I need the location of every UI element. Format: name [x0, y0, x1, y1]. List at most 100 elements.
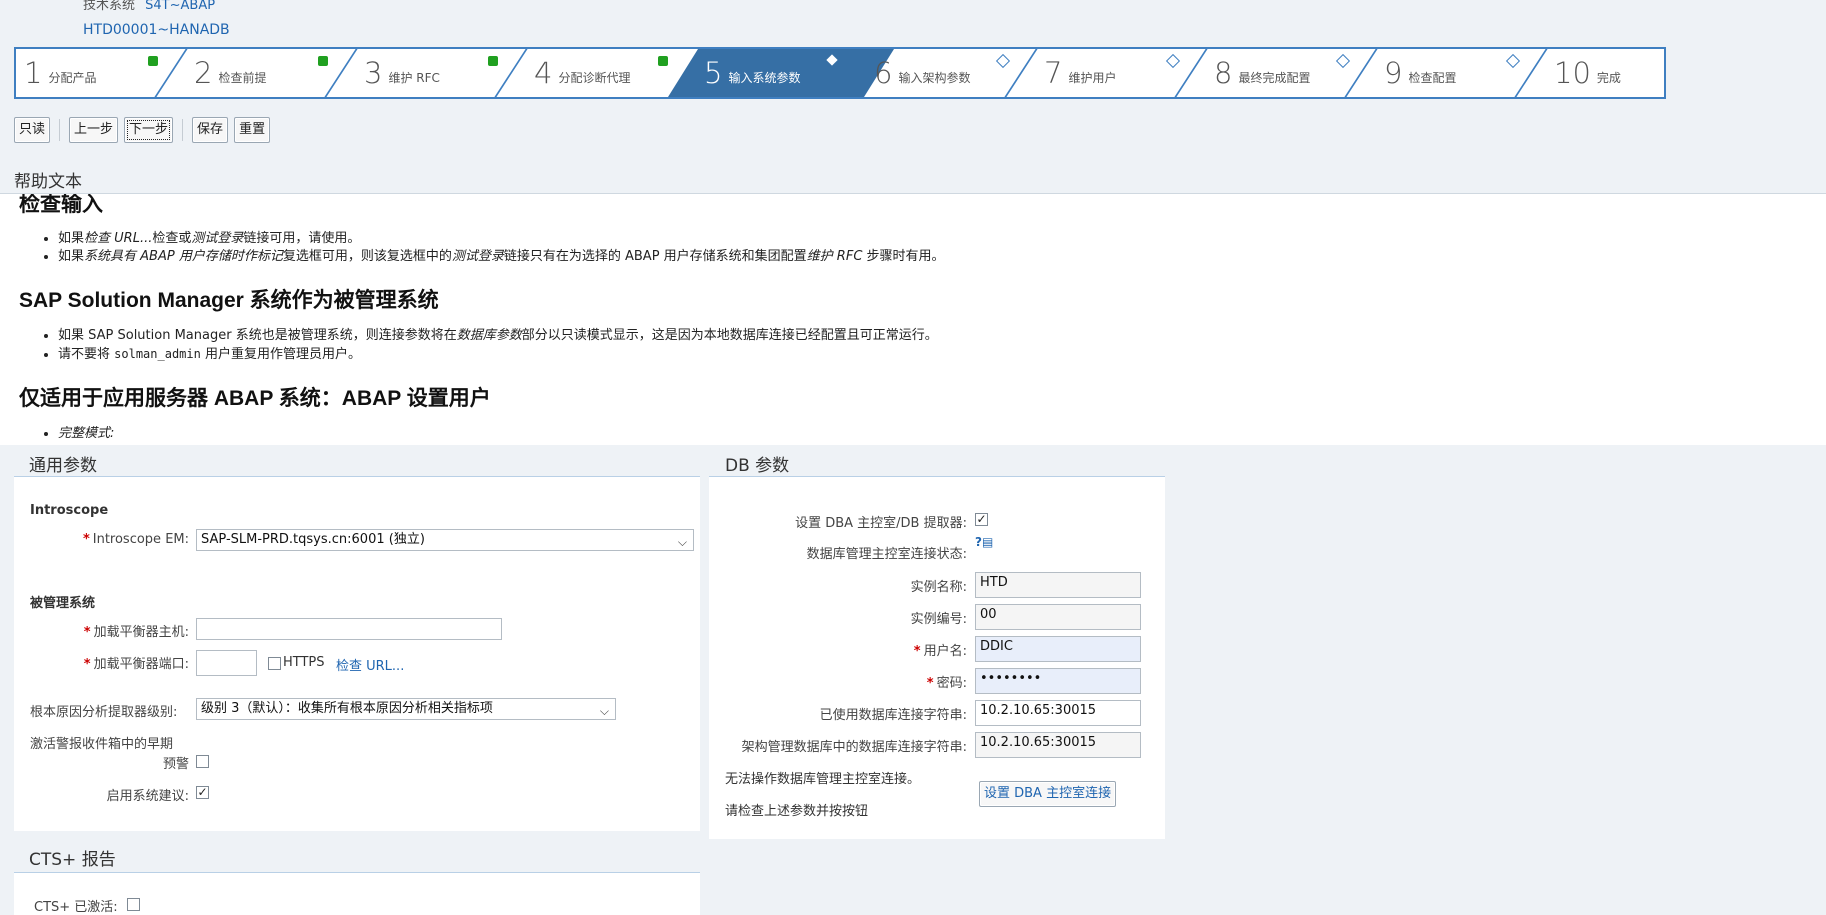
help-heading-abap: 仅适用于应用服务器 ABAP 系统：ABAP 设置用户 — [19, 387, 491, 410]
instance-name-label: 实例名称: — [910, 580, 967, 595]
save-button[interactable]: 保存 — [192, 117, 229, 143]
roadmap-step-label: 检查前提 — [218, 70, 267, 85]
dba-extractor-label: 设置 DBA 主控室/DB 提取器: — [795, 516, 967, 531]
help-heading-solman: SAP Solution Manager 系统作为被管理系统 — [19, 289, 439, 312]
user-name-label: * 用户名: — [913, 644, 967, 659]
roadmap-step-number: 6 — [874, 56, 893, 90]
next-button[interactable]: 下一步 — [124, 117, 174, 143]
instance-number-label: 实例编号: — [910, 612, 967, 627]
roadmap-step-number: 9 — [1384, 56, 1403, 90]
help-list-abap: 完整模式: — [40, 424, 114, 444]
cts-report-title: CTS+ 报告 — [29, 850, 116, 870]
cts-report-panel: CTS+ 已激活: — [14, 872, 700, 915]
help-list-check: 如果检查 URL...检查或测试登录链接可用，请使用。 如果系统具有 ABAP … — [40, 229, 945, 267]
roadmap-step-label: 完成 — [1596, 70, 1621, 85]
roadmap-step-number: 1 — [24, 56, 43, 90]
toolbar: 只读 上一步 下一步 保存 重置 — [14, 117, 276, 143]
step-complete-icon — [318, 56, 328, 66]
roadmap-step-number: 5 — [704, 56, 723, 90]
early-warning-label-2: 预警 — [162, 757, 189, 772]
readonly-button[interactable]: 只读 — [14, 117, 51, 143]
https-label: HTTPS — [283, 655, 325, 670]
instance-number-input[interactable]: 00 — [975, 604, 1141, 630]
managed-system-section: 被管理系统 — [30, 596, 96, 611]
early-warning-label-1: 激活警报收件箱中的早期 — [30, 737, 174, 752]
dba-error-message: 无法操作数据库管理主控室连接。 — [725, 772, 921, 787]
introscope-section: Introscope — [30, 503, 109, 518]
introscope-em-select[interactable]: SAP-SLM-PRD.tqsys.cn:6001 (独立) ⌵ — [196, 529, 694, 551]
list-item: 请不要将 solman_admin 用户重复用作管理员用户。 — [58, 346, 938, 363]
roadmap-step-label: 分配产品 — [48, 70, 97, 85]
roadmap-step-label: 分配诊断代理 — [558, 70, 631, 85]
roadmap-step-label: 输入系统参数 — [728, 70, 801, 85]
roadmap-step-number: 8 — [1214, 56, 1233, 90]
cts-active-label: CTS+ 已激活: — [34, 900, 118, 915]
https-checkbox[interactable] — [268, 657, 281, 670]
db-params-panel: 设置 DBA 主控室/DB 提取器: ✓ 数据库管理主控室连接状态: ?▤ 实例… — [709, 476, 1165, 839]
roadmap-step-number: 2 — [194, 56, 213, 90]
used-conn-string-label: 已使用数据库连接字符串: — [819, 708, 967, 723]
roadmap-step-label: 输入架构参数 — [898, 70, 971, 85]
reset-button[interactable]: 重置 — [234, 117, 271, 143]
lb-port-input[interactable] — [196, 650, 257, 676]
lb-host-input[interactable] — [196, 618, 502, 640]
question-db-icon: ?▤ — [975, 535, 994, 549]
rca-level-select[interactable]: 级别 3（默认）：收集所有根本原因分析相关指标项 ⌵ — [196, 698, 616, 720]
chevron-down-icon: ⌵ — [599, 704, 609, 718]
roadmap-step-number: 7 — [1044, 56, 1063, 90]
list-item: 完整模式: — [58, 426, 114, 442]
roadmap-step-label: 最终完成配置 — [1238, 70, 1311, 85]
roadmap-step-label: 维护 RFC — [388, 70, 440, 85]
user-name-input[interactable]: DDIC — [975, 636, 1141, 662]
rca-level-label: 根本原因分析提取器级别: — [30, 705, 178, 720]
roadmap-step-10[interactable]: 10 完成 — [1546, 49, 1664, 97]
early-warning-checkbox[interactable] — [196, 755, 209, 768]
help-list-solman: 如果 SAP Solution Manager 系统也是被管理系统，则连接参数将… — [40, 326, 938, 365]
tech-system-label: 技术系统 — [83, 0, 136, 13]
lmdb-conn-string-input[interactable]: 10.2.10.65:30015 — [975, 732, 1141, 758]
introscope-em-label: * Introscope EM: — [82, 532, 189, 547]
help-title: 帮助文本 — [14, 172, 82, 192]
step-complete-icon — [658, 56, 668, 66]
help-heading-check: 检查输入 — [19, 193, 103, 216]
help-panel: 检查输入 如果检查 URL...检查或测试登录链接可用，请使用。 如果系统具有 … — [0, 193, 1826, 445]
roadmap-step-number: 3 — [364, 56, 383, 90]
roadmap-step-number: 10 — [1554, 56, 1591, 90]
lb-port-label: * 加载平衡器端口: — [83, 657, 189, 672]
roadmap-step-label: 检查配置 — [1408, 70, 1457, 85]
system-recommendations-label: 启用系统建议: — [106, 789, 189, 804]
wizard-roadmap: 1 分配产品 2 检查前提 3 维护 RFC 4 分配诊断代理 5 输入系统参数 6 输入架构参数 7 维… — [14, 47, 1666, 99]
dba-extractor-checkbox[interactable]: ✓ — [975, 513, 988, 526]
step-complete-icon — [148, 56, 158, 66]
system-id-link[interactable]: HTD00001~HANADB — [83, 22, 230, 38]
toolbar-separator — [59, 119, 61, 141]
dba-hint-message: 请检查上述参数并按按钮 — [725, 804, 869, 819]
list-item: 如果系统具有 ABAP 用户存储时作标记复选框可用，则该复选框中的测试登录链接只… — [58, 249, 945, 265]
dba-status-label: 数据库管理主控室连接状态: — [806, 547, 967, 562]
check-url-link[interactable]: 检查 URL... — [336, 655, 404, 674]
general-params-panel: Introscope * Introscope EM: SAP-SLM-PRD.t… — [14, 476, 700, 831]
lb-host-label: * 加载平衡器主机: — [83, 625, 189, 640]
cts-active-checkbox[interactable] — [127, 898, 140, 911]
db-params-title: DB 参数 — [725, 456, 790, 476]
tech-system-link[interactable]: S4T~ABAP — [145, 0, 215, 13]
roadmap-step-5[interactable]: 5 输入系统参数 — [668, 49, 894, 97]
chevron-down-icon: ⌵ — [677, 535, 687, 549]
roadmap-step-number: 4 — [534, 56, 553, 90]
roadmap-step-label: 维护用户 — [1068, 70, 1117, 85]
system-recommendations-checkbox[interactable]: ✓ — [196, 786, 209, 799]
previous-button[interactable]: 上一步 — [69, 117, 119, 143]
tech-system-line: 技术系统 S4T~ABAP — [83, 0, 215, 13]
instance-name-input[interactable]: HTD — [975, 572, 1141, 598]
list-item: 如果检查 URL...检查或测试登录链接可用，请使用。 — [58, 231, 945, 247]
toolbar-separator — [182, 119, 184, 141]
set-dba-connection-button[interactable]: 设置 DBA 主控室连接 — [979, 781, 1117, 807]
list-item: 如果 SAP Solution Manager 系统也是被管理系统，则连接参数将… — [58, 328, 938, 344]
password-label: * 密码: — [926, 676, 967, 691]
password-input[interactable]: •••••••• — [975, 668, 1141, 694]
roadmap-step-4[interactable]: 4 分配诊断代理 — [526, 49, 696, 97]
lmdb-conn-string-label: 架构管理数据库中的数据库连接字符串: — [741, 740, 967, 755]
used-conn-string-input[interactable]: 10.2.10.65:30015 — [975, 700, 1141, 726]
general-params-title: 通用参数 — [29, 456, 97, 476]
step-complete-icon — [488, 56, 498, 66]
